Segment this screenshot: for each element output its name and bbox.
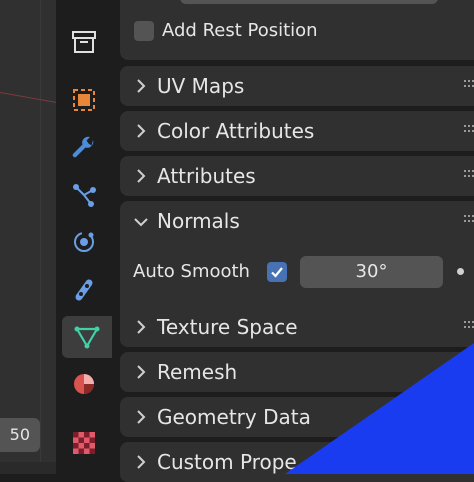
archive-box-icon <box>72 31 96 53</box>
object-tab[interactable] <box>62 79 106 121</box>
auto-smooth-checkbox[interactable] <box>267 262 287 282</box>
3d-viewport[interactable]: 50 <box>0 0 56 474</box>
chevron-right-icon <box>137 410 146 424</box>
panel-geometry-data-title: Geometry Data <box>157 405 311 429</box>
mesh-data-triangle-icon <box>74 326 100 349</box>
panel-uv-maps-title: UV Maps <box>157 74 245 98</box>
chevron-right-icon <box>137 455 146 469</box>
x-axis-line <box>0 92 56 106</box>
panel-normals-title[interactable]: Normals <box>157 209 240 233</box>
chevron-right-icon <box>137 79 146 93</box>
auto-smooth-label: Auto Smooth <box>133 261 250 282</box>
checker-texture-icon <box>73 432 95 454</box>
panel-color-attributes-title: Color Attributes <box>157 119 315 143</box>
data-tab[interactable] <box>62 316 112 358</box>
particles-icon <box>73 184 96 207</box>
panel-remesh-title: Remesh <box>157 360 238 384</box>
drag-grip-icon[interactable] <box>464 80 474 90</box>
viewport-bottom-strip <box>0 462 56 474</box>
particles-tab[interactable] <box>62 174 106 216</box>
wrench-icon <box>72 136 94 158</box>
keyframe-dot-icon[interactable] <box>457 268 464 275</box>
orange-square-icon <box>73 89 95 111</box>
material-tab[interactable] <box>62 363 106 405</box>
drag-grip-icon[interactable] <box>464 215 474 225</box>
drag-grip-icon[interactable] <box>464 170 474 180</box>
top-field-sliver <box>180 0 438 4</box>
panel-remesh[interactable]: Remesh <box>120 352 474 392</box>
scene-tab[interactable] <box>62 21 106 63</box>
panel-custom-properties[interactable]: Custom Prope <box>120 442 474 482</box>
auto-smooth-angle-field[interactable]: 30° <box>300 256 443 288</box>
chevron-down-icon[interactable] <box>132 212 150 232</box>
properties-tab-bar <box>56 0 112 474</box>
texture-tab[interactable] <box>62 422 106 464</box>
grid-line <box>40 0 41 474</box>
chevron-right-icon <box>137 124 146 138</box>
modifiers-tab[interactable] <box>62 127 106 169</box>
checkmark-icon <box>271 267 283 278</box>
add-rest-position-checkbox[interactable] <box>134 21 154 41</box>
panel-texture-space-title: Texture Space <box>157 315 298 339</box>
panel-texture-space[interactable]: Texture Space <box>120 307 474 347</box>
viewport-value-field[interactable]: 50 <box>0 418 40 452</box>
panel-uv-maps[interactable]: UV Maps <box>120 66 474 106</box>
drag-grip-icon[interactable] <box>464 321 474 331</box>
constraints-tab[interactable] <box>62 269 106 311</box>
rest-position-row: Add Rest Position <box>120 0 474 60</box>
panel-custom-properties-title: Custom Prope <box>157 450 297 474</box>
drag-grip-icon[interactable] <box>464 125 474 135</box>
properties-editor: Add Rest Position UV Maps Color Attribut… <box>112 0 474 482</box>
material-sphere-icon <box>74 374 94 394</box>
panel-attributes[interactable]: Attributes <box>120 156 474 196</box>
constraint-icon <box>75 279 93 301</box>
chevron-right-icon <box>137 320 146 334</box>
physics-tab[interactable] <box>62 221 106 263</box>
panel-geometry-data[interactable]: Geometry Data <box>120 397 474 437</box>
panel-color-attributes[interactable]: Color Attributes <box>120 111 474 151</box>
add-rest-position-label: Add Rest Position <box>162 20 318 41</box>
panel-attributes-title: Attributes <box>157 164 256 188</box>
chevron-right-icon <box>137 169 146 183</box>
physics-orbit-icon <box>74 232 94 252</box>
chevron-right-icon <box>137 365 146 379</box>
